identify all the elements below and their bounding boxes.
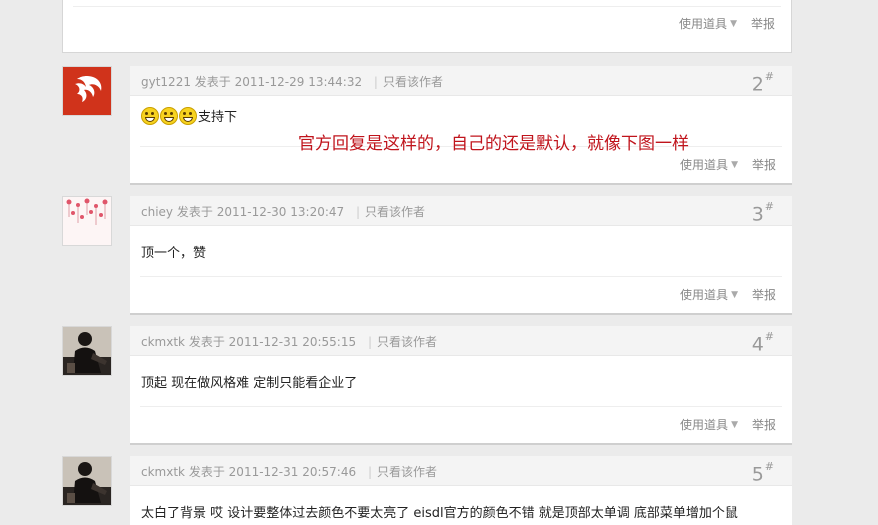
report-button[interactable]: 举报 bbox=[752, 416, 776, 433]
report-button[interactable]: 举报 bbox=[751, 15, 775, 32]
divider: | bbox=[373, 75, 378, 89]
post-datetime: 2011-12-31 20:57:46 bbox=[228, 465, 357, 479]
floor-number: 2# bbox=[751, 70, 774, 96]
floor-value: 3 bbox=[751, 203, 764, 226]
post-datetime: 2011-12-30 13:20:47 bbox=[216, 205, 345, 219]
post-datetime: 2011-12-31 20:55:15 bbox=[228, 335, 357, 349]
divider: | bbox=[367, 465, 372, 479]
post-floor-5: ckmxtk 发表于 2011-12-31 20:57:46 | 只看该作者 5#… bbox=[130, 456, 792, 525]
post-header: chiey 发表于 2011-12-30 13:20:47 | 只看该作者 3# bbox=[130, 196, 792, 226]
use-tools-button[interactable]: 使用道具 ▼ bbox=[680, 416, 738, 433]
post-text: 支持下 bbox=[198, 110, 238, 125]
post-content: 支持下 bbox=[141, 106, 237, 125]
only-author-link[interactable]: 只看该作者 bbox=[377, 465, 437, 479]
divider: | bbox=[367, 335, 372, 349]
floor-number: 5# bbox=[751, 460, 774, 486]
use-tools-button[interactable]: 使用道具 ▼ bbox=[679, 15, 737, 32]
post-text: 顶起 现在做风格难 定制只能看企业了 bbox=[141, 376, 358, 391]
post-text: 太白了背景 哎 设计要整体过去颜色不要太亮了 eisdl官方的颜色不错 就是顶部… bbox=[141, 506, 738, 521]
post-actions: 使用道具 ▼ 举报 bbox=[680, 416, 776, 433]
divider bbox=[140, 406, 782, 407]
post-datetime: 2011-12-29 13:44:32 bbox=[234, 75, 363, 89]
avatar[interactable] bbox=[62, 196, 112, 246]
posted-at-label: 发表于 bbox=[188, 465, 225, 479]
red-swirl-logo-icon bbox=[63, 67, 111, 115]
caret-down-icon: ▼ bbox=[731, 289, 738, 300]
posted-at-label: 发表于 bbox=[194, 75, 231, 89]
divider bbox=[140, 276, 782, 277]
floor-number: 4# bbox=[751, 330, 774, 356]
grin-emoticon bbox=[160, 106, 178, 125]
post-meta: ckmxtk 发表于 2011-12-31 20:55:15 | 只看该作者 bbox=[141, 333, 437, 350]
divider: | bbox=[355, 205, 361, 219]
post-floor-3: chiey 发表于 2011-12-30 13:20:47 | 只看该作者 3# … bbox=[130, 196, 792, 315]
only-author-link[interactable]: 只看该作者 bbox=[365, 205, 425, 219]
only-author-link[interactable]: 只看该作者 bbox=[377, 335, 437, 349]
post-floor-2: gyt1221 发表于 2011-12-29 13:44:32 | 只看该作者 2… bbox=[130, 66, 792, 185]
post-actions: 使用道具 ▼ 举报 bbox=[680, 156, 776, 173]
post-header: gyt1221 发表于 2011-12-29 13:44:32 | 只看该作者 2… bbox=[130, 66, 792, 96]
use-tools-label: 使用道具 bbox=[679, 17, 728, 31]
author-name[interactable]: chiey bbox=[141, 205, 173, 219]
post-floor-4: ckmxtk 发表于 2011-12-31 20:55:15 | 只看该作者 4#… bbox=[130, 326, 792, 445]
report-button[interactable]: 举报 bbox=[752, 286, 776, 303]
caret-down-icon: ▼ bbox=[731, 419, 738, 430]
author-name[interactable]: gyt1221 bbox=[141, 75, 191, 89]
previous-post-footer: 使用道具 ▼ 举报 bbox=[62, 0, 792, 53]
posted-at-label: 发表于 bbox=[176, 205, 213, 219]
report-button[interactable]: 举报 bbox=[752, 156, 776, 173]
use-tools-label: 使用道具 bbox=[680, 418, 729, 432]
floor-number: 3# bbox=[751, 200, 774, 226]
grin-emoticon bbox=[141, 106, 159, 125]
floor-value: 4 bbox=[751, 333, 764, 356]
avatar[interactable] bbox=[62, 66, 112, 116]
post-text: 顶一个，赞 bbox=[141, 246, 207, 261]
use-tools-button[interactable]: 使用道具 ▼ bbox=[680, 156, 738, 173]
floor-mark: # bbox=[764, 460, 774, 473]
only-author-link[interactable]: 只看该作者 bbox=[383, 75, 443, 89]
post-header: ckmxtk 发表于 2011-12-31 20:55:15 | 只看该作者 4# bbox=[130, 326, 792, 356]
avatar[interactable] bbox=[62, 456, 112, 506]
floor-mark: # bbox=[764, 70, 774, 83]
use-tools-button[interactable]: 使用道具 ▼ bbox=[680, 286, 738, 303]
grin-emoticon bbox=[179, 106, 197, 125]
avatar[interactable] bbox=[62, 326, 112, 376]
post-meta: gyt1221 发表于 2011-12-29 13:44:32 | 只看该作者 bbox=[141, 73, 443, 90]
person-photo-icon bbox=[63, 457, 111, 505]
person-photo-icon bbox=[63, 327, 111, 375]
use-tools-label: 使用道具 bbox=[680, 288, 729, 302]
posted-at-label: 发表于 bbox=[188, 335, 225, 349]
divider bbox=[73, 6, 781, 7]
post-header: ckmxtk 发表于 2011-12-31 20:57:46 | 只看该作者 5# bbox=[130, 456, 792, 486]
floor-value: 5 bbox=[751, 463, 764, 486]
author-name[interactable]: ckmxtk bbox=[141, 465, 185, 479]
floor-mark: # bbox=[764, 200, 774, 213]
caret-down-icon: ▼ bbox=[731, 159, 738, 170]
post-meta: ckmxtk 发表于 2011-12-31 20:57:46 | 只看该作者 bbox=[141, 463, 437, 480]
caret-down-icon: ▼ bbox=[730, 18, 737, 29]
floor-value: 2 bbox=[751, 73, 764, 96]
post-actions: 使用道具 ▼ 举报 bbox=[679, 15, 775, 32]
author-name[interactable]: ckmxtk bbox=[141, 335, 185, 349]
floral-pattern-icon bbox=[63, 197, 111, 245]
red-annotation-text: 官方回复是这样的，自己的还是默认，就像下图一样 bbox=[298, 134, 689, 154]
post-meta: chiey 发表于 2011-12-30 13:20:47 | 只看该作者 bbox=[141, 203, 425, 220]
post-actions: 使用道具 ▼ 举报 bbox=[680, 286, 776, 303]
floor-mark: # bbox=[764, 330, 774, 343]
use-tools-label: 使用道具 bbox=[680, 158, 729, 172]
